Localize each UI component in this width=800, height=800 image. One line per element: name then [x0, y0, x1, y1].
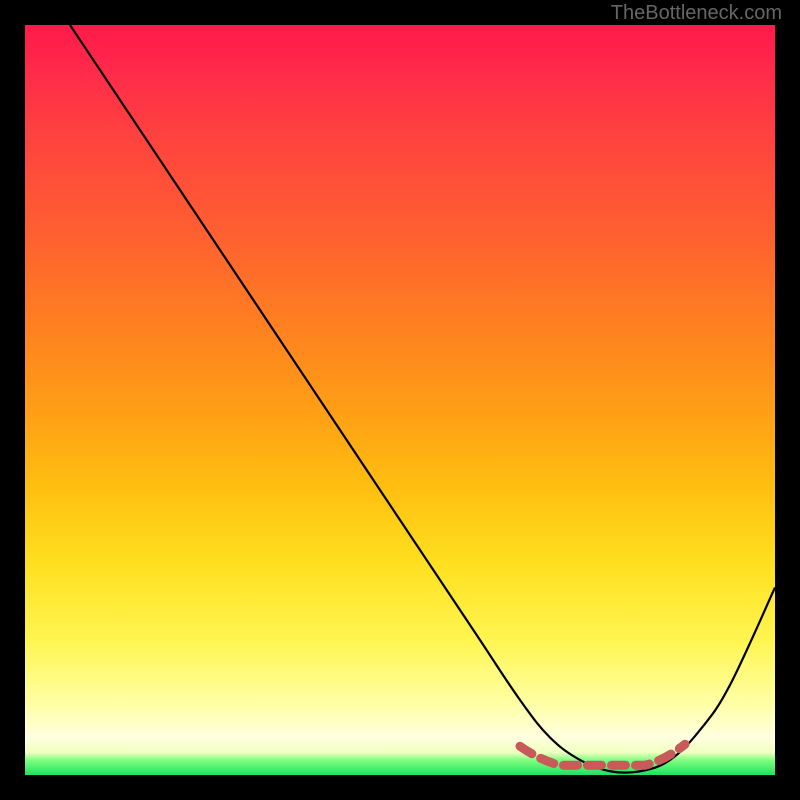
- chart-svg: [25, 25, 775, 775]
- bottleneck-curve: [70, 25, 775, 773]
- attribution-label: TheBottleneck.com: [611, 2, 782, 25]
- optimal-region-marker: [520, 744, 685, 765]
- plot-area: [25, 25, 775, 775]
